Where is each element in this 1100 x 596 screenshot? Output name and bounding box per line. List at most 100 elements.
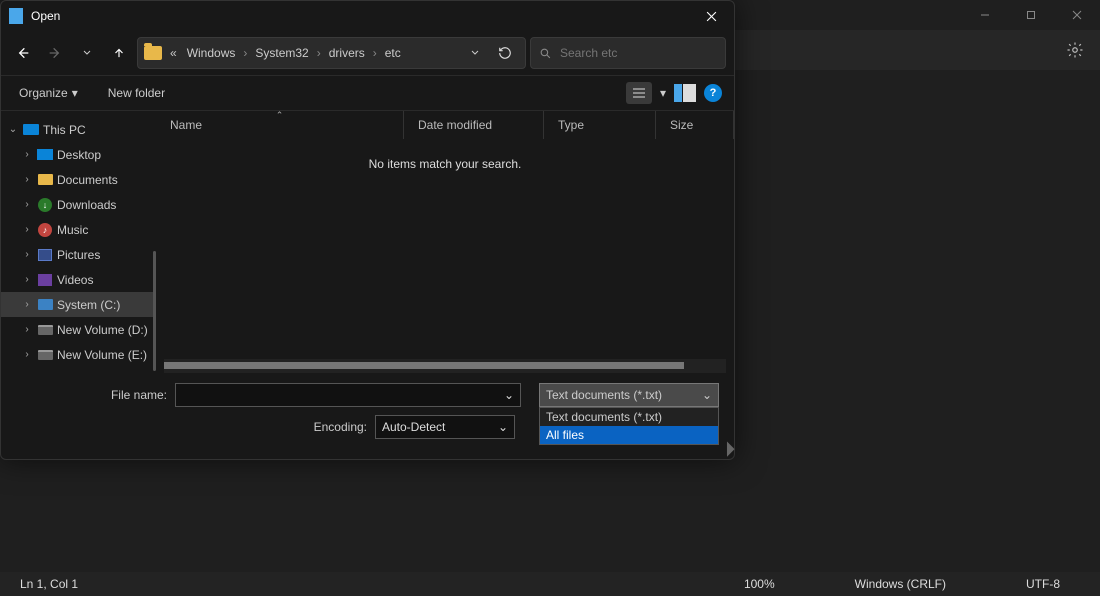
tree-item-label: Videos bbox=[57, 273, 93, 287]
tree-item[interactable]: › System (C:) bbox=[1, 292, 156, 317]
folderb-icon bbox=[37, 298, 53, 312]
nav-forward-button[interactable] bbox=[41, 39, 69, 67]
filetype-option[interactable]: All files bbox=[540, 426, 718, 444]
address-dropdown-button[interactable] bbox=[461, 39, 489, 67]
resize-grip[interactable]: ◢ bbox=[717, 439, 737, 459]
column-type[interactable]: Type bbox=[544, 111, 656, 139]
settings-button[interactable] bbox=[1066, 41, 1084, 59]
empty-message: No items match your search. bbox=[156, 139, 734, 359]
help-button[interactable]: ? bbox=[704, 84, 722, 102]
expander-icon[interactable]: › bbox=[21, 324, 33, 335]
organize-menu[interactable]: Organize ▾ bbox=[13, 82, 84, 104]
expander-icon[interactable]: › bbox=[21, 149, 33, 160]
drive-icon bbox=[37, 323, 53, 337]
tree-item[interactable]: ⌄ This PC bbox=[1, 117, 156, 142]
pc-icon bbox=[23, 123, 39, 137]
filetype-select[interactable]: Text documents (*.txt) ⌄ Text documents … bbox=[539, 383, 719, 445]
tree-item-label: Downloads bbox=[57, 198, 116, 212]
refresh-button[interactable] bbox=[491, 39, 519, 67]
caret-down-icon[interactable]: ⌄ bbox=[504, 388, 514, 402]
vid-icon bbox=[37, 273, 53, 287]
document-icon bbox=[9, 8, 23, 24]
expander-icon[interactable]: › bbox=[21, 299, 33, 310]
tree-item-label: Music bbox=[57, 223, 88, 237]
caret-down-icon[interactable]: ▾ bbox=[660, 86, 666, 100]
status-encoding[interactable]: UTF-8 bbox=[986, 577, 1100, 591]
search-box[interactable] bbox=[530, 37, 726, 69]
tree-item[interactable]: › Desktop bbox=[1, 142, 156, 167]
tree-item[interactable]: › Videos bbox=[1, 267, 156, 292]
chevron-right-icon: › bbox=[241, 46, 249, 60]
breadcrumb-item[interactable]: Windows bbox=[183, 44, 240, 62]
status-eol[interactable]: Windows (CRLF) bbox=[815, 577, 986, 591]
open-dialog: Open « Windows› System32› drivers› etc O… bbox=[0, 0, 735, 460]
tree-item-label: Documents bbox=[57, 173, 118, 187]
file-list: ⌃Name Date modified Type Size No items m… bbox=[156, 111, 734, 375]
filename-label: File name: bbox=[15, 388, 175, 402]
column-date[interactable]: Date modified bbox=[404, 111, 544, 139]
desktop-icon bbox=[37, 148, 53, 162]
music-icon: ♪ bbox=[37, 223, 53, 237]
chevron-right-icon: › bbox=[371, 46, 379, 60]
h-scrollbar[interactable] bbox=[164, 359, 726, 373]
new-folder-button[interactable]: New folder bbox=[102, 82, 171, 104]
column-name[interactable]: ⌃Name bbox=[156, 111, 404, 139]
expander-icon[interactable]: › bbox=[21, 274, 33, 285]
caret-down-icon: ▾ bbox=[72, 86, 78, 100]
status-bar: Ln 1, Col 1 100% Windows (CRLF) UTF-8 bbox=[0, 572, 1100, 596]
nav-back-button[interactable] bbox=[9, 39, 37, 67]
breadcrumb-item[interactable]: etc bbox=[381, 44, 405, 62]
encoding-label: Encoding: bbox=[15, 420, 375, 434]
search-input[interactable] bbox=[560, 46, 717, 60]
tree-item[interactable]: › New Volume (E:) bbox=[1, 342, 156, 367]
maximize-button[interactable] bbox=[1008, 0, 1054, 30]
folder-icon bbox=[37, 173, 53, 187]
pic-icon bbox=[37, 248, 53, 262]
drive-icon bbox=[37, 348, 53, 362]
preview-pane-button[interactable] bbox=[674, 84, 696, 102]
close-button[interactable] bbox=[1054, 0, 1100, 30]
caret-down-icon[interactable]: ⌄ bbox=[498, 420, 508, 434]
nav-tree[interactable]: ⌄ This PC › Desktop › Documents › ↓ Downloads › ♪ M… bbox=[1, 111, 156, 375]
nav-up-button[interactable] bbox=[105, 39, 133, 67]
encoding-select[interactable]: Auto-Detect ⌄ bbox=[375, 415, 515, 439]
tree-item-label: New Volume (E:) bbox=[57, 348, 147, 362]
tree-item[interactable]: › ♪ Music bbox=[1, 217, 156, 242]
filename-input[interactable]: ⌄ bbox=[175, 383, 521, 407]
column-size[interactable]: Size bbox=[656, 111, 734, 139]
tree-item-label: Desktop bbox=[57, 148, 101, 162]
folder-icon bbox=[144, 46, 162, 60]
nav-recent-button[interactable] bbox=[73, 39, 101, 67]
expander-icon[interactable]: ⌄ bbox=[7, 124, 19, 135]
view-mode-button[interactable] bbox=[626, 82, 652, 104]
breadcrumb-item[interactable]: System32 bbox=[251, 44, 312, 62]
status-cursor[interactable]: Ln 1, Col 1 bbox=[0, 577, 704, 591]
dialog-title: Open bbox=[31, 9, 60, 23]
address-bar[interactable]: « Windows› System32› drivers› etc bbox=[137, 37, 526, 69]
down-icon: ↓ bbox=[37, 198, 53, 212]
tree-item[interactable]: › ↓ Downloads bbox=[1, 192, 156, 217]
search-icon bbox=[539, 47, 552, 60]
filetype-dropdown: Text documents (*.txt) All files bbox=[539, 407, 719, 445]
tree-item[interactable]: › Documents bbox=[1, 167, 156, 192]
minimize-button[interactable] bbox=[962, 0, 1008, 30]
status-zoom[interactable]: 100% bbox=[704, 577, 815, 591]
tree-item-label: New Volume (D:) bbox=[57, 323, 148, 337]
tree-item-label: System (C:) bbox=[57, 298, 120, 312]
expander-icon[interactable]: › bbox=[21, 224, 33, 235]
tree-item[interactable]: › Pictures bbox=[1, 242, 156, 267]
breadcrumb-prefix[interactable]: « bbox=[166, 44, 181, 62]
filetype-option[interactable]: Text documents (*.txt) bbox=[540, 408, 718, 426]
expander-icon[interactable]: › bbox=[21, 249, 33, 260]
chevron-right-icon: › bbox=[315, 46, 323, 60]
breadcrumb-item[interactable]: drivers bbox=[325, 44, 369, 62]
tree-item-label: This PC bbox=[43, 123, 86, 137]
sort-indicator-icon: ⌃ bbox=[276, 110, 284, 121]
expander-icon[interactable]: › bbox=[21, 349, 33, 360]
tree-item-label: Pictures bbox=[57, 248, 100, 262]
tree-item[interactable]: › New Volume (D:) bbox=[1, 317, 156, 342]
expander-icon[interactable]: › bbox=[21, 199, 33, 210]
dialog-close-button[interactable] bbox=[688, 1, 734, 31]
caret-down-icon: ⌄ bbox=[702, 388, 712, 402]
expander-icon[interactable]: › bbox=[21, 174, 33, 185]
